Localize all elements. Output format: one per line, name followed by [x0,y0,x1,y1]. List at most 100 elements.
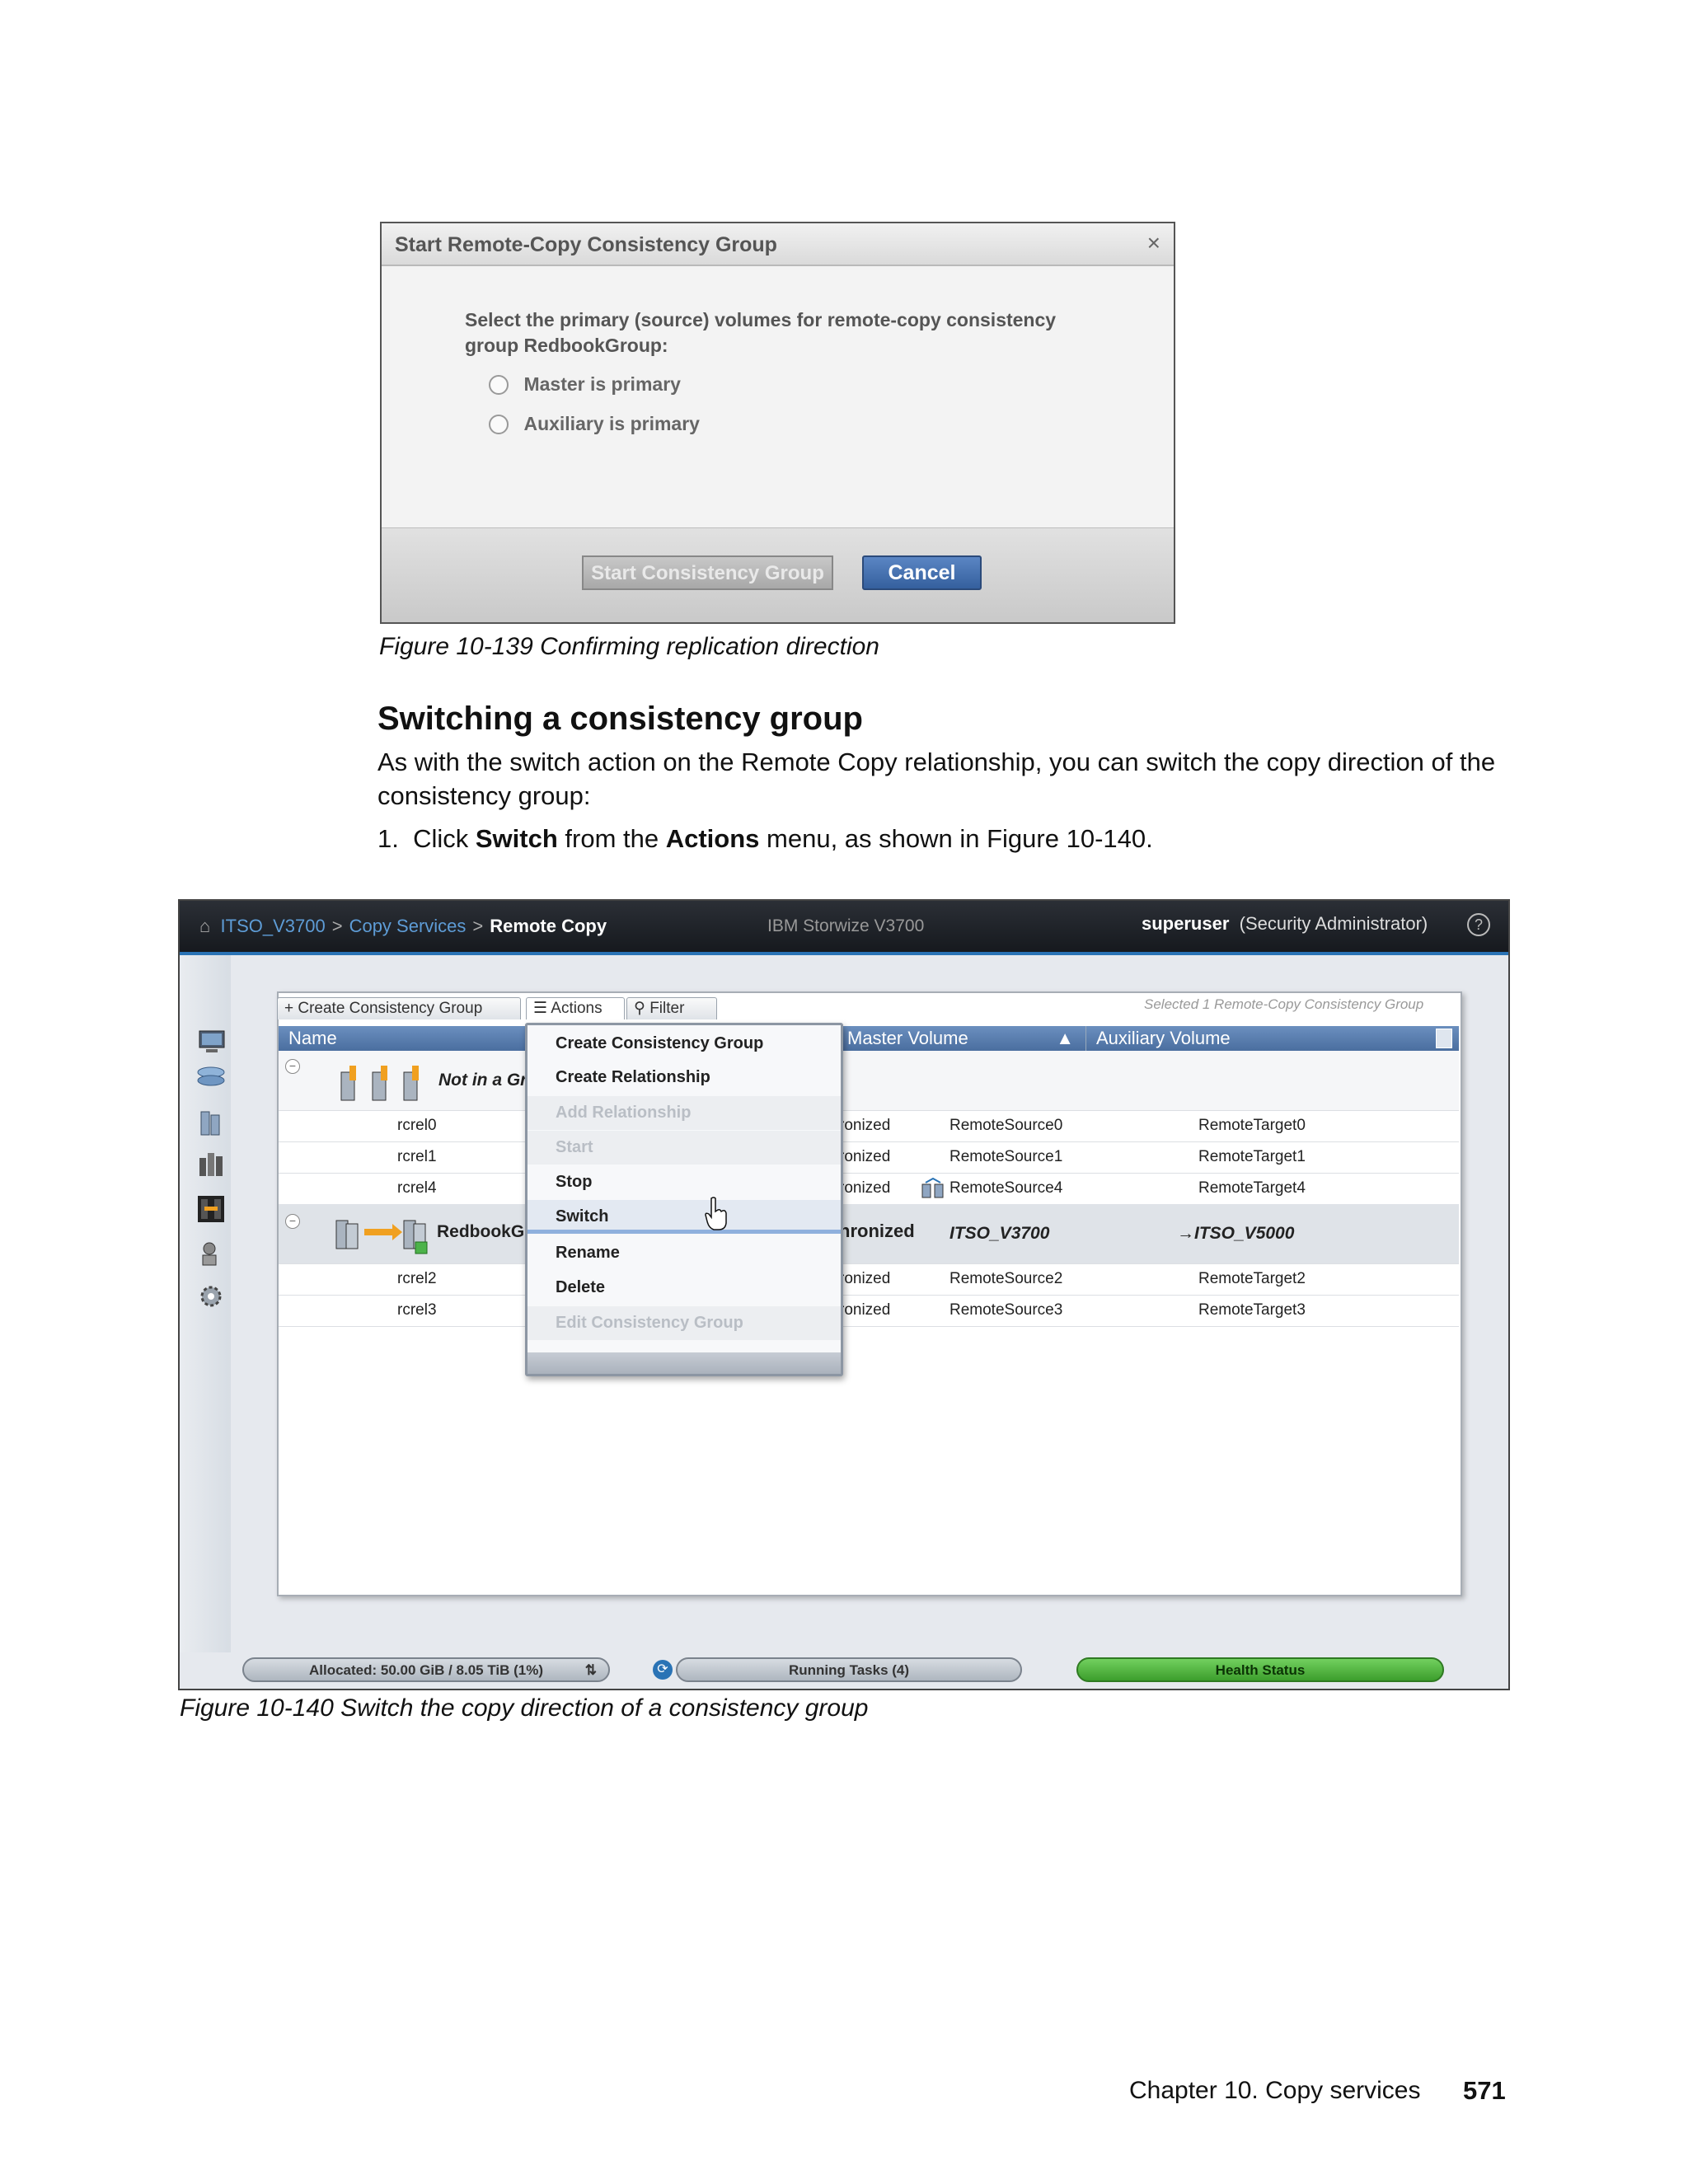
volumes-icon[interactable] [195,1108,227,1138]
table-row[interactable]: rcrel0 ronized RemoteSource0 RemoteTarge… [279,1110,1459,1142]
breadcrumb-separator: > [472,916,484,936]
running-tasks[interactable]: Running Tasks (4) [676,1657,1022,1682]
menu-item-create-relationship[interactable]: Create Relationship [528,1061,841,1094]
toggle-arrows-icon: ⇅ [584,1662,597,1678]
status-bar: Allocated: 50.00 GiB / 8.05 TiB (1%) ⇅ ⟳… [180,1652,1508,1689]
dialog-footer: Start Consistency Group Cancel [382,527,1174,622]
search-icon: ⚲ [634,1000,645,1017]
selection-status: Selected 1 Remote-Copy Consistency Group [1144,996,1424,1012]
filter-tab[interactable]: ⚲ Filter [626,997,717,1019]
user-role: (Security Administrator) [1239,913,1428,934]
hosts-icon[interactable] [195,1150,227,1179]
dialog-body: Select the primary (source) volumes for … [382,266,1174,485]
breadcrumb: ⌂ ITSO_V3700 > Copy Services > Remote Copy [199,916,607,937]
start-consistency-group-button[interactable]: Start Consistency Group [582,555,833,590]
column-auxiliary-volume[interactable]: Auxiliary Volume [1086,1026,1334,1051]
group-master-system: ITSO_V3700 [950,1224,1050,1243]
column-picker-icon[interactable] [1436,1029,1452,1048]
table-row[interactable]: rcrel4 ronized RemoteSource4 RemoteTarge… [279,1173,1459,1205]
menu-item-add-relationship: Add Relationship [528,1096,841,1130]
copy-services-icon[interactable] [195,1194,227,1224]
breadcrumb-remote-copy: Remote Copy [490,916,607,936]
allocated-label: Allocated: 50.00 GiB / 8.05 TiB (1%) [308,1662,544,1678]
start-consistency-group-dialog: Start Remote-Copy Consistency Group × Se… [380,222,1175,624]
user-info[interactable]: superuser (Security Administrator) [1142,913,1428,935]
menu-item-switch[interactable]: Switch [528,1200,841,1234]
group-row-not-in-group[interactable]: − Not in a Gr [279,1051,1459,1111]
relationship-state: ronized [839,1270,891,1287]
user-name: superuser [1142,913,1230,934]
allocated-capacity[interactable]: Allocated: 50.00 GiB / 8.05 TiB (1%) ⇅ [242,1657,610,1682]
cancel-button[interactable]: Cancel [862,555,982,590]
monitoring-icon[interactable] [195,1028,227,1057]
master-volume: RemoteSource0 [950,1117,1063,1134]
menu-item-edit-consistency-group: Edit Consistency Group [528,1306,841,1340]
menu-item-rename[interactable]: Rename [528,1236,841,1270]
menu-item-create-consistency-group[interactable]: Create Consistency Group [528,1027,841,1061]
auxiliary-volume: RemoteTarget1 [1198,1148,1306,1165]
access-icon[interactable] [195,1239,227,1268]
section-heading: Switching a consistency group [377,701,863,737]
group-name: RedbookG [437,1222,525,1241]
radio-button[interactable] [489,374,509,395]
section-paragraph: As with the switch action on the Remote … [377,748,1496,810]
filter-tab-label: Filter [649,1000,685,1017]
menu-item-start: Start [528,1131,841,1165]
step-actions-bold: Actions [665,824,760,853]
option-auxiliary-primary[interactable]: Auxiliary is primary [489,413,700,438]
breadcrumb-system[interactable]: ITSO_V3700 [221,916,326,936]
auxiliary-volume: RemoteTarget2 [1198,1270,1306,1287]
actions-tab[interactable]: ☰ Actions [526,997,625,1019]
help-icon[interactable]: ? [1467,913,1490,936]
relationship-state: ronized [839,1179,891,1197]
collapse-icon[interactable]: − [285,1059,300,1074]
home-icon[interactable]: ⌂ [199,916,210,936]
table-row[interactable]: rcrel2 ronized RemoteSource2 RemoteTarge… [279,1263,1459,1296]
figure-caption-140: Figure 10-140 Switch the copy direction … [180,1694,869,1722]
master-volume: RemoteSource3 [950,1301,1063,1319]
auxiliary-volume: RemoteTarget3 [1198,1301,1306,1319]
master-volume: RemoteSource2 [950,1270,1063,1287]
running-tasks-icon: ⟳ [653,1660,673,1680]
create-consistency-group-tab[interactable]: + Create Consistency Group [277,997,521,1019]
remote-copy-screenshot: ⌂ ITSO_V3700 > Copy Services > Remote Copy I… [178,899,1510,1690]
table-row[interactable]: rcrel3 ronized RemoteSource3 RemoteTarge… [279,1295,1459,1327]
breadcrumb-separator: > [331,916,343,936]
relationship-name: rcrel1 [397,1148,437,1165]
page-number: 571 [1463,2076,1506,2105]
actions-menu: Create Consistency Group Create Relation… [525,1023,843,1376]
relationship-state: ronized [839,1148,891,1165]
option-master-primary[interactable]: Master is primary [489,373,681,398]
column-name[interactable]: Name [279,1026,526,1051]
dialog-title: Start Remote-Copy Consistency Group [395,233,777,256]
close-icon[interactable]: × [1147,230,1160,256]
column-master-volume[interactable]: Master Volume ▲ [837,1026,1086,1051]
pools-icon[interactable] [195,1064,227,1094]
relationship-state: ronized [839,1117,891,1134]
dialog-titlebar: Start Remote-Copy Consistency Group × [382,223,1174,266]
collapse-icon[interactable]: − [285,1214,300,1229]
menu-item-delete[interactable]: Delete [528,1271,841,1305]
group-row-redbookgroup[interactable]: − RedbookG hronized ITSO_V3700 →ITSO_V50… [279,1204,1459,1264]
health-status[interactable]: Health Status [1076,1657,1444,1682]
product-name: IBM Storwize V3700 [767,916,925,935]
hand-pointer-icon [705,1197,727,1230]
top-bar: ⌂ ITSO_V3700 > Copy Services > Remote Copy I… [180,901,1508,955]
step-text-pre: Click [413,824,476,853]
group-auxiliary-system: →ITSO_V5000 [1177,1224,1295,1243]
auxiliary-volume: RemoteTarget0 [1198,1117,1306,1134]
settings-icon[interactable] [195,1282,227,1311]
relationships-icon [340,1066,419,1101]
menu-item-stop[interactable]: Stop [528,1165,841,1199]
dialog-prompt: Select the primary (source) volumes for … [465,309,1057,356]
consistency-group-icon [335,1220,428,1254]
breadcrumb-copy-services[interactable]: Copy Services [349,916,467,936]
radio-button[interactable] [489,414,509,434]
group-name: Not in a Gr [438,1071,528,1090]
table-row[interactable]: rcrel1 ronized RemoteSource1 RemoteTarge… [279,1141,1459,1174]
relationship-name: rcrel4 [397,1179,437,1197]
step-text-post: menu, as shown in Figure 10-140. [759,824,1153,853]
auxiliary-volume: RemoteTarget4 [1198,1179,1306,1197]
master-volume: RemoteSource4 [950,1179,1063,1197]
master-volume: RemoteSource1 [950,1148,1063,1165]
